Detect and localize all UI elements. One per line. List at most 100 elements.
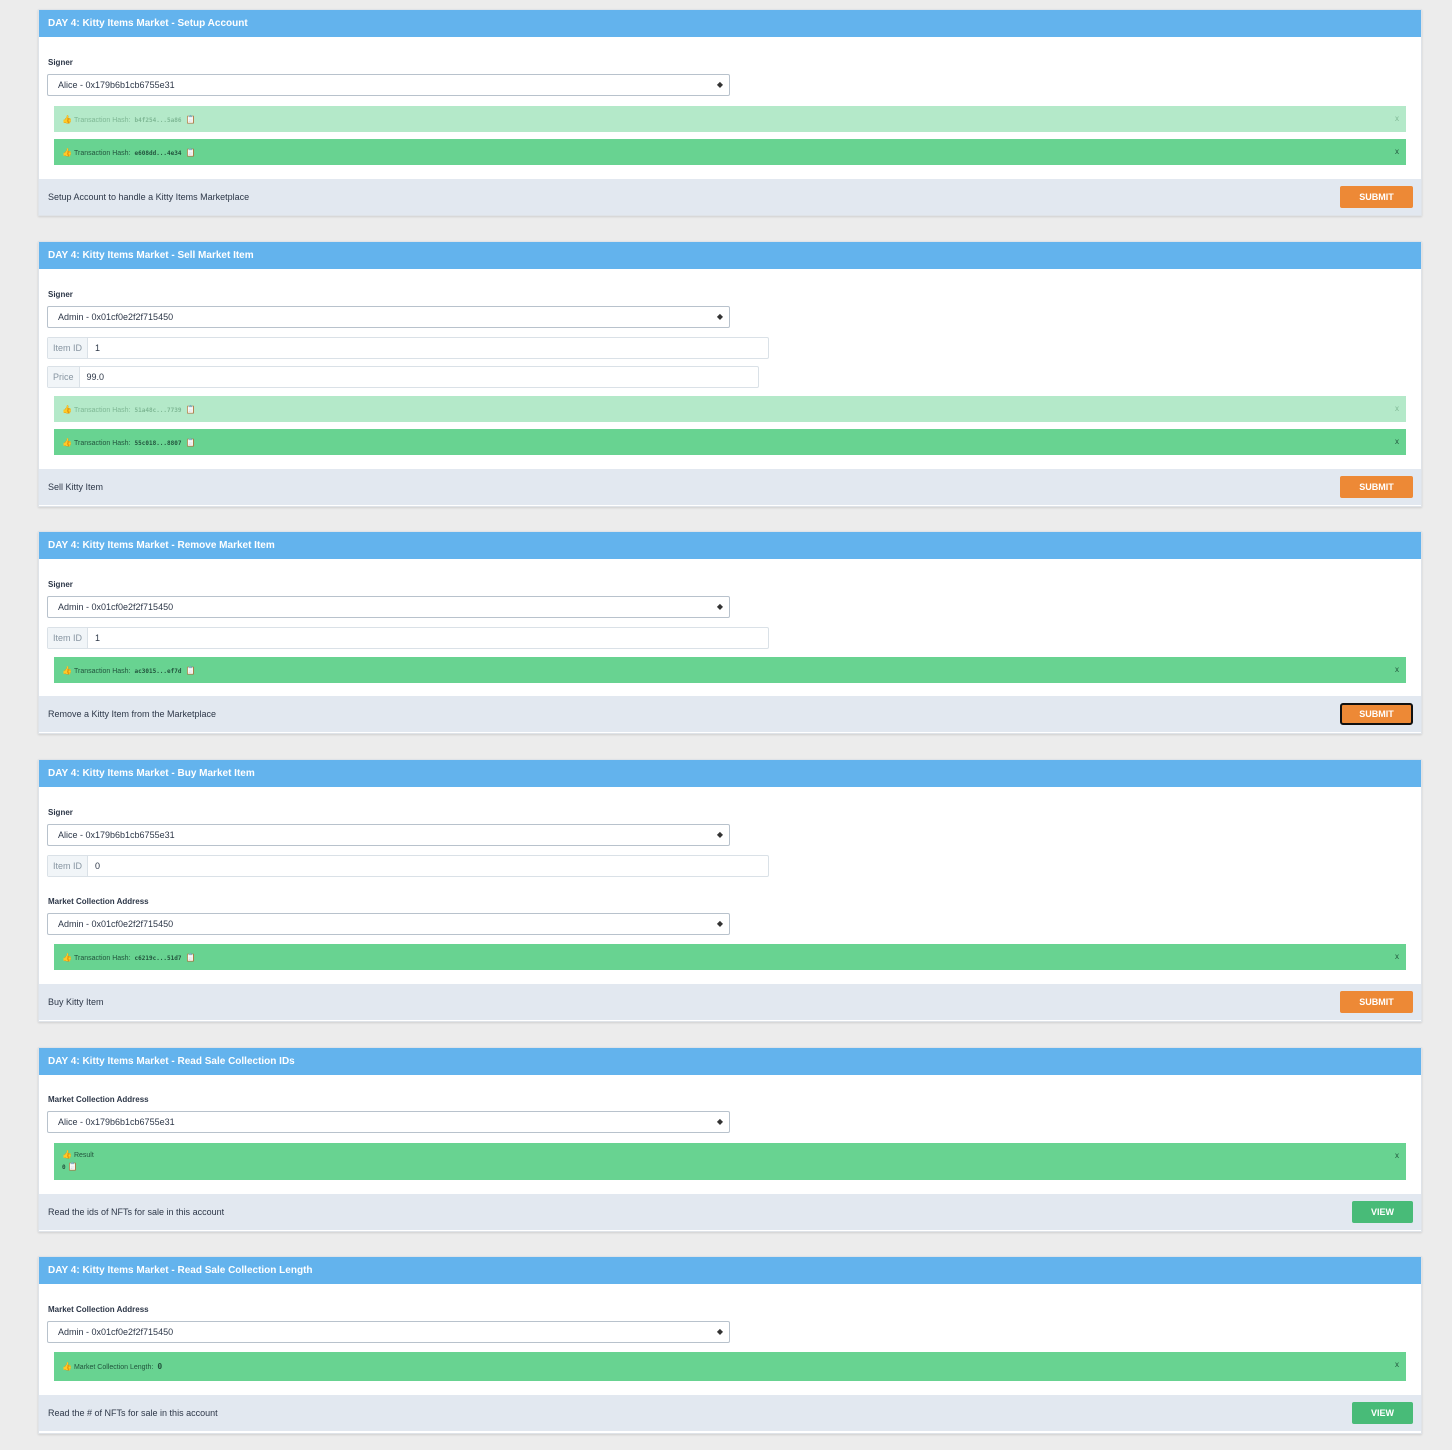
transaction-alert: 👍 Transaction Hash: b4f254...5a86 📋 x — [54, 106, 1406, 132]
signer-label: Signer — [48, 580, 73, 589]
signer-label: Signer — [48, 808, 73, 817]
card-setup-account: DAY 4: Kitty Items Market - Setup Accoun… — [38, 9, 1422, 216]
close-icon[interactable]: x — [1395, 952, 1399, 961]
card-title: DAY 4: Kitty Items Market - Remove Marke… — [39, 532, 1421, 559]
select-arrow-icon: ◆ — [716, 1117, 723, 1126]
view-button[interactable]: VIEW — [1352, 1402, 1413, 1424]
market-collection-value: Admin - 0x01cf0e2f2f715450 — [58, 1327, 174, 1337]
market-collection-select[interactable]: Admin - 0x01cf0e2f2f715450 ◆ — [47, 913, 730, 935]
item-id-value: 0 — [95, 861, 101, 871]
transaction-hash: 51a48c...7739 — [134, 407, 182, 414]
market-collection-value: Alice - 0x179b6b1cb6755e31 — [58, 1117, 175, 1127]
card-footer: Buy Kitty Item SUBMIT — [39, 984, 1421, 1020]
clipboard-icon[interactable]: 📋 — [185, 666, 195, 675]
thumbs-up-icon: 👍 — [62, 115, 72, 124]
signer-select[interactable]: Alice - 0x179b6b1cb6755e31 ◆ — [47, 824, 730, 846]
select-arrow-icon: ◆ — [716, 830, 723, 839]
length-value: 0 — [157, 1362, 163, 1371]
price-input[interactable]: Price 99.0 — [47, 366, 759, 388]
signer-select-value: Alice - 0x179b6b1cb6755e31 — [58, 830, 175, 840]
card-description: Buy Kitty Item — [48, 997, 104, 1007]
select-arrow-icon: ◆ — [716, 80, 723, 89]
submit-button[interactable]: SUBMIT — [1340, 991, 1413, 1013]
card-read-sale-collection-ids: DAY 4: Kitty Items Market - Read Sale Co… — [38, 1047, 1422, 1232]
clipboard-icon[interactable]: 📋 — [68, 1162, 78, 1171]
clipboard-icon[interactable]: 📋 — [185, 405, 195, 414]
item-id-value: 1 — [95, 343, 101, 353]
transaction-hash: e608dd...4e34 — [134, 150, 182, 157]
select-arrow-icon: ◆ — [716, 312, 723, 321]
clipboard-icon[interactable]: 📋 — [185, 148, 195, 157]
alert-label: Transaction Hash: — [73, 407, 131, 414]
close-icon[interactable]: x — [1395, 404, 1399, 413]
card-title: DAY 4: Kitty Items Market - Read Sale Co… — [39, 1257, 1421, 1284]
card-title: DAY 4: Kitty Items Market - Setup Accoun… — [39, 10, 1421, 37]
close-icon[interactable]: x — [1395, 665, 1399, 674]
card-sell-market-item: DAY 4: Kitty Items Market - Sell Market … — [38, 241, 1422, 507]
select-arrow-icon: ◆ — [716, 1327, 723, 1336]
submit-button[interactable]: SUBMIT — [1340, 703, 1413, 725]
close-icon[interactable]: x — [1395, 437, 1399, 446]
market-collection-select[interactable]: Admin - 0x01cf0e2f2f715450 ◆ — [47, 1321, 730, 1343]
transaction-alert: 👍 Transaction Hash: e608dd...4e34 📋 x — [54, 139, 1406, 165]
view-button[interactable]: VIEW — [1352, 1201, 1413, 1223]
transaction-alert: 👍 Transaction Hash: c6219c...51d7 📋 x — [54, 944, 1406, 970]
card-footer: Sell Kitty Item SUBMIT — [39, 469, 1421, 505]
close-icon[interactable]: x — [1395, 147, 1399, 156]
close-icon[interactable]: x — [1395, 114, 1399, 123]
signer-select[interactable]: Admin - 0x01cf0e2f2f715450 ◆ — [47, 306, 730, 328]
alert-label: Transaction Hash: — [73, 440, 131, 447]
result-alert: 👍 Result 0 📋 x — [54, 1143, 1406, 1180]
length-alert: 👍 Market Collection Length: 0 x — [54, 1352, 1406, 1381]
transaction-hash: c6219c...51d7 — [134, 955, 182, 962]
market-collection-label: Market Collection Address — [48, 1305, 149, 1314]
signer-select[interactable]: Admin - 0x01cf0e2f2f715450 ◆ — [47, 596, 730, 618]
card-description: Setup Account to handle a Kitty Items Ma… — [48, 192, 250, 202]
card-footer: Read the ids of NFTs for sale in this ac… — [39, 1194, 1421, 1230]
item-id-input[interactable]: Item ID 0 — [47, 855, 769, 877]
price-value: 99.0 — [86, 372, 105, 382]
card-title: DAY 4: Kitty Items Market - Read Sale Co… — [39, 1048, 1421, 1075]
result-label: Result — [73, 1152, 94, 1159]
close-icon[interactable]: x — [1395, 1151, 1399, 1160]
select-arrow-icon: ◆ — [716, 919, 723, 928]
market-collection-label: Market Collection Address — [48, 897, 149, 906]
price-label: Price — [48, 367, 80, 387]
close-icon[interactable]: x — [1395, 1360, 1399, 1369]
thumbs-up-icon: 👍 — [62, 1150, 72, 1159]
item-id-label: Item ID — [48, 856, 89, 876]
item-id-label: Item ID — [48, 338, 89, 358]
card-description: Remove a Kitty Item from the Marketplace — [48, 709, 217, 719]
thumbs-up-icon: 👍 — [62, 1362, 72, 1371]
card-title: DAY 4: Kitty Items Market - Buy Market I… — [39, 760, 1421, 787]
submit-button[interactable]: SUBMIT — [1340, 186, 1413, 208]
thumbs-up-icon: 👍 — [62, 405, 72, 414]
item-id-input[interactable]: Item ID 1 — [47, 337, 769, 359]
thumbs-up-icon: 👍 — [62, 148, 72, 157]
submit-button[interactable]: SUBMIT — [1340, 476, 1413, 498]
card-description: Read the ids of NFTs for sale in this ac… — [48, 1207, 225, 1217]
card-read-sale-collection-length: DAY 4: Kitty Items Market - Read Sale Co… — [38, 1256, 1422, 1434]
market-collection-select[interactable]: Alice - 0x179b6b1cb6755e31 ◆ — [47, 1111, 730, 1133]
thumbs-up-icon: 👍 — [62, 438, 72, 447]
signer-label: Signer — [48, 290, 73, 299]
thumbs-up-icon: 👍 — [62, 953, 72, 962]
card-remove-market-item: DAY 4: Kitty Items Market - Remove Marke… — [38, 531, 1422, 734]
transaction-hash: 55c018...8807 — [134, 440, 182, 447]
result-value: 0 — [62, 1164, 66, 1171]
card-buy-market-item: DAY 4: Kitty Items Market - Buy Market I… — [38, 759, 1422, 1022]
thumbs-up-icon: 👍 — [62, 666, 72, 675]
card-footer: Setup Account to handle a Kitty Items Ma… — [39, 179, 1421, 215]
card-footer: Remove a Kitty Item from the Marketplace… — [39, 696, 1421, 732]
card-title: DAY 4: Kitty Items Market - Sell Market … — [39, 242, 1421, 269]
signer-select[interactable]: Alice - 0x179b6b1cb6755e31 ◆ — [47, 74, 730, 96]
clipboard-icon[interactable]: 📋 — [185, 953, 195, 962]
clipboard-icon[interactable]: 📋 — [185, 115, 195, 124]
length-label: Market Collection Length: — [73, 1364, 154, 1371]
item-id-value: 1 — [95, 633, 101, 643]
market-collection-value: Admin - 0x01cf0e2f2f715450 — [58, 919, 174, 929]
clipboard-icon[interactable]: 📋 — [185, 438, 195, 447]
signer-label: Signer — [48, 58, 73, 67]
alert-label: Transaction Hash: — [73, 955, 131, 962]
item-id-input[interactable]: Item ID 1 — [47, 627, 769, 649]
